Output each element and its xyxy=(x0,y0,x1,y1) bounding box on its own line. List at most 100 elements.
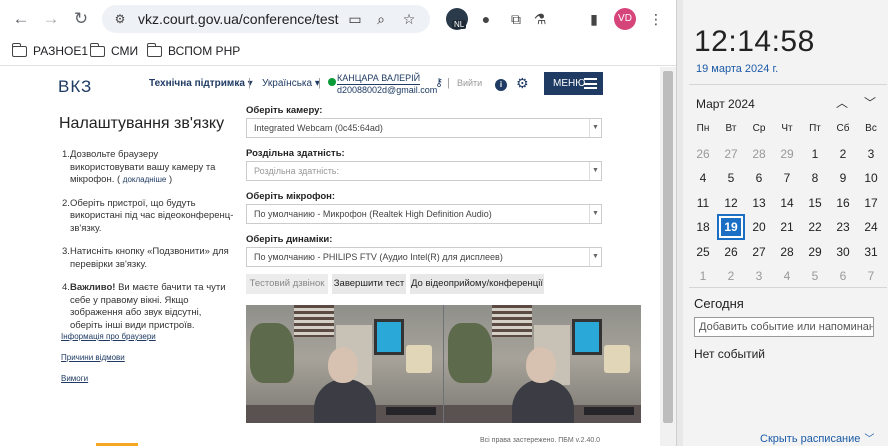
vpn-extension-icon[interactable]: NL xyxy=(446,8,468,30)
calendar-day[interactable]: 30 xyxy=(829,240,857,265)
calendar-day[interactable]: 16 xyxy=(829,191,857,216)
calendar-day[interactable]: 29 xyxy=(801,240,829,265)
chevron-down-icon: ▼ xyxy=(589,205,601,223)
requirements-link[interactable]: Вимоги xyxy=(61,374,88,383)
go-to-conference-button[interactable]: До відеоприйому/конференції xyxy=(410,274,544,294)
calendar-day[interactable]: 28 xyxy=(745,142,773,167)
browser-info-link[interactable]: Інформація про браузери xyxy=(61,332,156,341)
calendar-day[interactable]: 31 xyxy=(857,240,885,265)
calendar-day[interactable]: 1 xyxy=(689,264,717,289)
calendar-day[interactable]: 24 xyxy=(857,215,885,240)
calendar-day[interactable]: 2 xyxy=(829,142,857,167)
page-scrollbar[interactable] xyxy=(660,67,676,446)
camera-select[interactable]: Integrated Webcam (0c45:64ad) ▼ xyxy=(246,118,602,138)
calendar-day[interactable]: 29 xyxy=(773,142,801,167)
calendar-day[interactable]: 6 xyxy=(829,264,857,289)
test-call-button[interactable]: Тестовий дзвінок xyxy=(246,274,328,294)
bookmark-folder[interactable]: РАЗНОЕ1 xyxy=(11,42,88,58)
chevron-up-icon[interactable]: ︿ xyxy=(833,94,851,111)
hide-schedule-link[interactable]: Скрыть расписание ﹀ xyxy=(760,430,874,445)
calendar-day[interactable]: 10 xyxy=(857,166,885,191)
calendar-day-today[interactable]: 19 xyxy=(717,214,745,240)
url-text[interactable]: vkz.court.gov.ua/conference/test xyxy=(138,11,339,27)
calendar-day[interactable]: 26 xyxy=(717,240,745,265)
calendar-day[interactable]: 5 xyxy=(801,264,829,289)
chevron-down-icon[interactable]: ﹀ xyxy=(861,94,879,111)
calendar-flyout: 12:14:58 19 марта 2024 г. Март 2024 ︿ ﹀ … xyxy=(676,0,888,446)
zoom-icon[interactable]: ⌕ xyxy=(372,10,390,28)
extensions-puzzle-icon[interactable]: ⧉ xyxy=(506,9,526,29)
bookmark-folder[interactable]: СМИ xyxy=(89,42,138,58)
calendar-day[interactable]: 6 xyxy=(745,166,773,191)
calendar-day[interactable]: 27 xyxy=(717,142,745,167)
calendar-day[interactable]: 22 xyxy=(801,215,829,240)
back-arrow-icon[interactable]: ← xyxy=(10,8,32,30)
calendar-day[interactable]: 17 xyxy=(857,191,885,216)
calendar-day[interactable]: 3 xyxy=(745,264,773,289)
calendar-day[interactable]: 4 xyxy=(689,166,717,191)
profile-avatar[interactable]: VD xyxy=(614,8,636,30)
calendar-day[interactable]: 7 xyxy=(773,166,801,191)
page-title: Налаштування зв'язку xyxy=(59,115,225,132)
menu-button[interactable]: МЕНЮ xyxy=(544,72,603,95)
calendar-day[interactable]: 21 xyxy=(773,215,801,240)
address-bar[interactable]: ⚙ vkz.court.gov.ua/conference/test ▭ ⌕ ☆ xyxy=(102,5,430,33)
local-video xyxy=(246,305,443,423)
calendar-day[interactable]: 8 xyxy=(801,166,829,191)
chevron-down-icon: ▼ xyxy=(589,248,601,266)
calendar-day[interactable]: 4 xyxy=(773,264,801,289)
language-select[interactable]: Українська ▾ xyxy=(262,78,320,89)
reload-icon[interactable]: ↻ xyxy=(70,8,92,30)
user-name[interactable]: КАНЦАРА ВАЛЕРІЙ xyxy=(337,73,421,85)
clock-date[interactable]: 19 марта 2024 г. xyxy=(696,63,778,75)
kebab-menu-icon[interactable]: ⋮ xyxy=(646,9,666,29)
forward-arrow-icon[interactable]: → xyxy=(40,8,62,30)
info-icon[interactable]: i xyxy=(495,79,507,91)
calendar-day[interactable]: 26 xyxy=(689,142,717,167)
calendar-day[interactable]: 18 xyxy=(689,215,717,240)
add-event-input[interactable]: Добавить событие или напоминание xyxy=(694,317,874,337)
calendar-day[interactable]: 13 xyxy=(745,191,773,216)
camera-in-use-icon[interactable]: ▭ xyxy=(346,10,364,28)
calendar-day[interactable]: 20 xyxy=(745,215,773,240)
resolution-select[interactable]: Роздільна здатність: ▼ xyxy=(246,161,602,181)
refusal-reasons-link[interactable]: Причини відмови xyxy=(61,353,125,362)
finish-test-button[interactable]: Завершити тест xyxy=(332,274,406,294)
calendar-day[interactable]: 27 xyxy=(745,240,773,265)
support-menu[interactable]: Технічна підтримка ▾ xyxy=(149,78,253,89)
logout-link[interactable]: Вийти xyxy=(457,78,482,88)
calendar-day[interactable]: 28 xyxy=(773,240,801,265)
speakers-select[interactable]: По умолчанию - PHILIPS FTV (Аудио Intel(… xyxy=(246,247,602,267)
no-events-text: Нет событий xyxy=(694,347,765,361)
scrollbar-thumb[interactable] xyxy=(663,71,673,423)
calendar-day[interactable]: 23 xyxy=(829,215,857,240)
site-info-icon[interactable]: ⚙ xyxy=(112,11,128,27)
browser-toolbar: ← → ↻ ⚙ vkz.court.gov.ua/conference/test… xyxy=(0,0,676,38)
bookmark-star-icon[interactable]: ☆ xyxy=(400,10,418,28)
calendar-day[interactable]: 5 xyxy=(717,166,745,191)
flask-icon[interactable]: ⚗ xyxy=(530,9,550,29)
more-details-link[interactable]: докладніше xyxy=(123,175,167,184)
bookmark-folder[interactable]: ВСПОМ РНР xyxy=(146,42,240,58)
calendar-day[interactable]: 15 xyxy=(801,191,829,216)
settings-gears-icon[interactable]: ⚙ xyxy=(516,75,529,92)
microphone-select[interactable]: По умолчанию - Микрофон (Realtek High De… xyxy=(246,204,602,224)
calendar-day[interactable]: 9 xyxy=(829,166,857,191)
side-panel-icon[interactable]: ▮ xyxy=(584,9,604,29)
calendar-day[interactable]: 3 xyxy=(857,142,885,167)
instruction-step: 4. Важливо! Ви маєте бачити та чути себе… xyxy=(62,282,226,331)
today-heading: Сегодня xyxy=(694,296,744,311)
calendar-day[interactable]: 2 xyxy=(717,264,745,289)
calendar-day[interactable]: 7 xyxy=(857,264,885,289)
planet-extension-icon[interactable]: ● xyxy=(476,9,496,29)
calendar-day[interactable]: 12 xyxy=(717,191,745,216)
key-icon[interactable]: ⚷ xyxy=(435,76,443,89)
calendar-day[interactable]: 11 xyxy=(689,191,717,216)
calendar-day[interactable]: 14 xyxy=(773,191,801,216)
calendar-day[interactable]: 25 xyxy=(689,240,717,265)
calendar-day[interactable]: 1 xyxy=(801,142,829,167)
calendar-week: 1234567 xyxy=(689,264,885,289)
site-logo[interactable]: ВКЗ xyxy=(58,77,92,97)
month-title[interactable]: Март 2024 xyxy=(696,97,755,111)
folder-icon xyxy=(146,42,162,57)
